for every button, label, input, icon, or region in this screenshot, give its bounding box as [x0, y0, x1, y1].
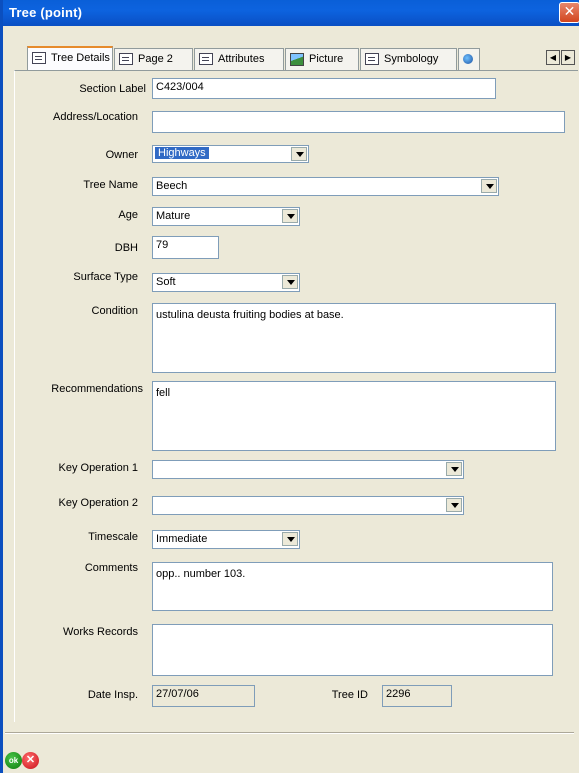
dialog-window: Tree (point) ✕ Tree Details Page 2 Attri… — [0, 0, 579, 773]
tab-page-2[interactable]: Page 2 — [114, 48, 193, 70]
chevron-down-icon[interactable] — [291, 147, 307, 161]
dbh-label: DBH — [114, 242, 138, 254]
condition-label: Condition — [91, 305, 138, 317]
chevron-down-icon[interactable] — [282, 532, 298, 546]
date-insp-label: Date Insp. — [87, 689, 138, 701]
window-border — [0, 26, 3, 773]
tab-label: Tree Details — [51, 52, 110, 64]
picture-icon — [290, 52, 304, 66]
footer-divider — [5, 732, 574, 734]
tab-attributes[interactable]: Attributes — [194, 48, 284, 70]
cancel-button[interactable]: ✕ — [22, 752, 39, 769]
chevron-down-icon[interactable] — [282, 275, 298, 289]
tab-tree-details[interactable]: Tree Details — [27, 46, 113, 71]
key-operation-1-select[interactable] — [152, 460, 464, 479]
timescale-select[interactable]: Immediate — [152, 530, 300, 549]
window-title: Tree (point) — [9, 5, 83, 20]
tree-id-label: Tree ID — [331, 689, 368, 701]
tab-label: Symbology — [384, 53, 439, 65]
recommendations-label: Recommendations — [51, 383, 143, 395]
section-label-label: Section Label — [79, 83, 146, 95]
condition-textarea[interactable]: ustulina deusta fruiting bodies at base. — [152, 303, 556, 373]
tab-label: Picture — [309, 53, 344, 65]
tab-scroll-right-button[interactable]: ▶ — [561, 50, 575, 65]
age-label: Age — [118, 209, 138, 221]
surface-type-select[interactable]: Soft — [152, 273, 300, 292]
tree-name-select[interactable]: Beech — [152, 177, 499, 196]
globe-icon — [463, 54, 473, 65]
timescale-value: Immediate — [156, 533, 208, 545]
tab-label: Attributes — [218, 53, 265, 65]
works-records-label: Works Records — [63, 626, 138, 638]
owner-select[interactable]: Highways — [152, 145, 309, 163]
list-icon — [365, 53, 379, 66]
section-label-input[interactable]: C423/004 — [152, 78, 496, 99]
address-location-label: Address/Location — [53, 111, 138, 123]
tab-symbology[interactable]: Symbology — [360, 48, 457, 70]
dbh-input[interactable]: 79 — [152, 236, 219, 259]
surface-type-value: Soft — [156, 276, 176, 288]
tree-name-label: Tree Name — [83, 179, 138, 191]
chevron-down-icon[interactable] — [282, 209, 298, 223]
key-operation-1-label: Key Operation 1 — [58, 462, 139, 474]
tab-scroll-left-button[interactable]: ◀ — [546, 50, 560, 65]
chevron-down-icon[interactable] — [446, 498, 462, 512]
tab-picture[interactable]: Picture — [285, 48, 359, 70]
date-insp-field: 27/07/06 — [152, 685, 255, 707]
tab-globe[interactable] — [458, 48, 480, 70]
form-icon — [32, 52, 46, 65]
works-records-textarea[interactable] — [152, 624, 553, 676]
age-select[interactable]: Mature — [152, 207, 300, 226]
timescale-label: Timescale — [88, 531, 138, 543]
close-icon[interactable]: ✕ — [559, 2, 579, 23]
owner-value: Highways — [155, 147, 209, 159]
recommendations-textarea[interactable]: fell — [152, 381, 556, 451]
comments-textarea[interactable]: opp.. number 103. — [152, 562, 553, 611]
owner-label: Owner — [105, 149, 138, 161]
key-operation-2-label: Key Operation 2 — [58, 497, 139, 509]
tree-id-field: 2296 — [382, 685, 452, 707]
comments-label: Comments — [84, 562, 138, 574]
form-icon — [119, 53, 133, 66]
surface-type-label: Surface Type — [73, 271, 138, 283]
chevron-down-icon[interactable] — [481, 179, 497, 193]
tree-name-value: Beech — [156, 180, 188, 192]
age-value: Mature — [156, 210, 191, 222]
chevron-down-icon[interactable] — [446, 462, 462, 476]
key-operation-2-select[interactable] — [152, 496, 464, 515]
grid-icon — [199, 53, 213, 66]
ok-button[interactable]: ok — [5, 752, 22, 769]
address-location-input[interactable] — [152, 111, 565, 133]
title-bar[interactable]: Tree (point) ✕ — [0, 0, 579, 26]
tab-label: Page 2 — [138, 53, 173, 65]
